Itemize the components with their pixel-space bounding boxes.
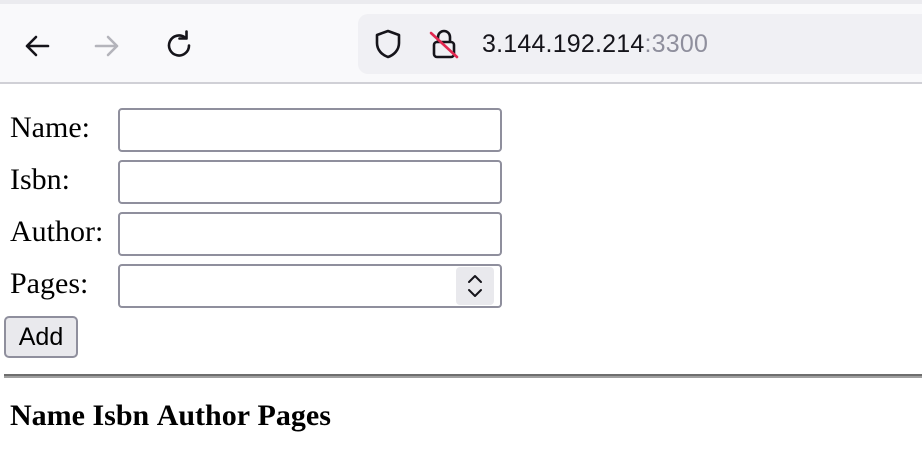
name-label: Name: xyxy=(10,111,90,144)
insecure-lock-icon[interactable] xyxy=(428,28,460,60)
browser-toolbar: 3.144.192.214:3300 xyxy=(0,0,922,84)
url-host: 3.144.192.214 xyxy=(482,30,645,58)
page-content: Name: Isbn: Author: Pages: Add Name Isbn… xyxy=(0,86,922,458)
isbn-label: Isbn: xyxy=(10,163,70,196)
isbn-input[interactable] xyxy=(118,160,502,204)
column-header-author: Author xyxy=(156,399,251,432)
name-input[interactable] xyxy=(118,108,502,152)
tab-strip-edge xyxy=(0,0,922,4)
horizontal-rule xyxy=(4,374,922,378)
add-button[interactable]: Add xyxy=(4,316,78,358)
author-label: Author: xyxy=(10,215,104,248)
shield-icon[interactable] xyxy=(372,28,404,60)
column-header-isbn: Isbn xyxy=(92,399,150,432)
author-input[interactable] xyxy=(118,212,502,256)
back-button[interactable] xyxy=(17,26,57,66)
pages-stepper[interactable] xyxy=(456,267,494,305)
url-port: :3300 xyxy=(644,30,709,58)
column-header-name: Name xyxy=(10,399,85,432)
forward-button[interactable] xyxy=(87,26,127,66)
reload-button[interactable] xyxy=(160,26,200,66)
back-arrow-icon xyxy=(25,35,50,57)
pages-input[interactable] xyxy=(118,264,502,308)
column-header-pages: Pages xyxy=(257,399,331,432)
chevron-updown-icon xyxy=(468,275,482,297)
table-header-row: Name Isbn Author Pages xyxy=(10,396,331,436)
reload-icon xyxy=(167,30,191,57)
forward-arrow-icon xyxy=(94,35,119,57)
address-bar[interactable]: 3.144.192.214:3300 xyxy=(358,14,922,74)
pages-label: Pages: xyxy=(10,267,89,300)
url-text[interactable]: 3.144.192.214:3300 xyxy=(482,28,708,60)
